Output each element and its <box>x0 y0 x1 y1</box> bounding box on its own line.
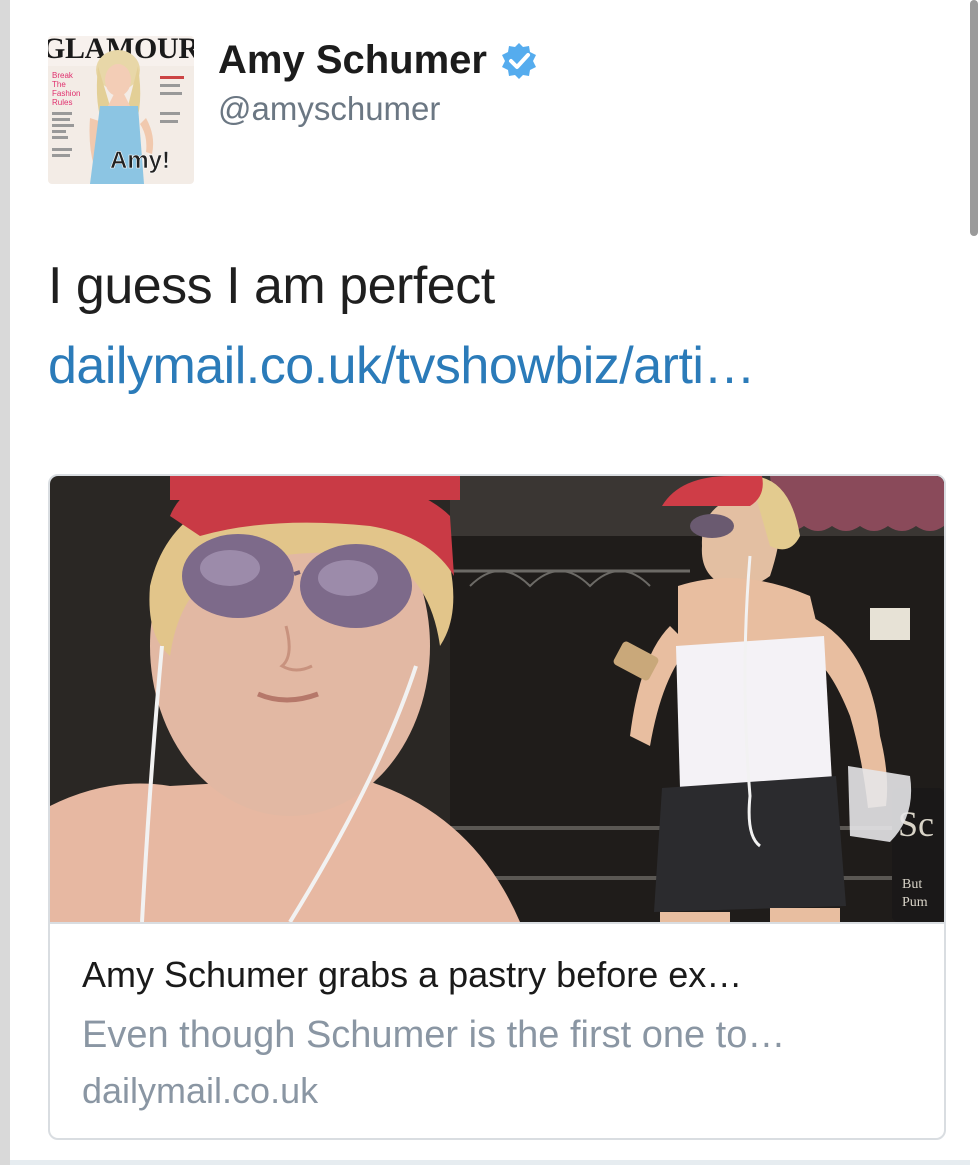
avatar-cover-name: Amy! <box>110 147 170 174</box>
svg-text:But: But <box>902 877 922 892</box>
svg-text:Rules: Rules <box>52 98 72 107</box>
tweet-link[interactable]: dailymail.co.uk/tvshowbiz/arti… <box>48 336 755 396</box>
handle[interactable]: @amyschumer <box>218 90 440 128</box>
card-domain: dailymail.co.uk <box>82 1070 319 1111</box>
svg-text:The: The <box>52 80 66 89</box>
display-name[interactable]: Amy Schumer <box>218 38 487 83</box>
tweet-text: I guess I am perfect <box>48 257 495 315</box>
svg-text:Pum: Pum <box>902 895 928 910</box>
svg-text:Fashion: Fashion <box>52 89 80 98</box>
card-description: Even though Schumer is the first one to… <box>82 1014 786 1056</box>
avatar[interactable]: GLAMOUR Break The Fashion Rules Amy! <box>48 36 194 184</box>
left-edge <box>0 0 10 1165</box>
bottom-divider <box>10 1160 970 1165</box>
card-image[interactable]: Sc But Pum <box>50 476 944 924</box>
avatar-cover-text: Break <box>52 71 74 80</box>
scrollbar[interactable] <box>970 0 978 236</box>
verified-badge-icon <box>499 41 539 81</box>
display-name-row[interactable]: Amy Schumer <box>218 38 539 83</box>
link-preview-card[interactable]: Sc But Pum Amy Schumer grabs a pastry be… <box>48 474 946 1140</box>
card-title[interactable]: Amy Schumer grabs a pastry before ex… <box>82 954 742 996</box>
